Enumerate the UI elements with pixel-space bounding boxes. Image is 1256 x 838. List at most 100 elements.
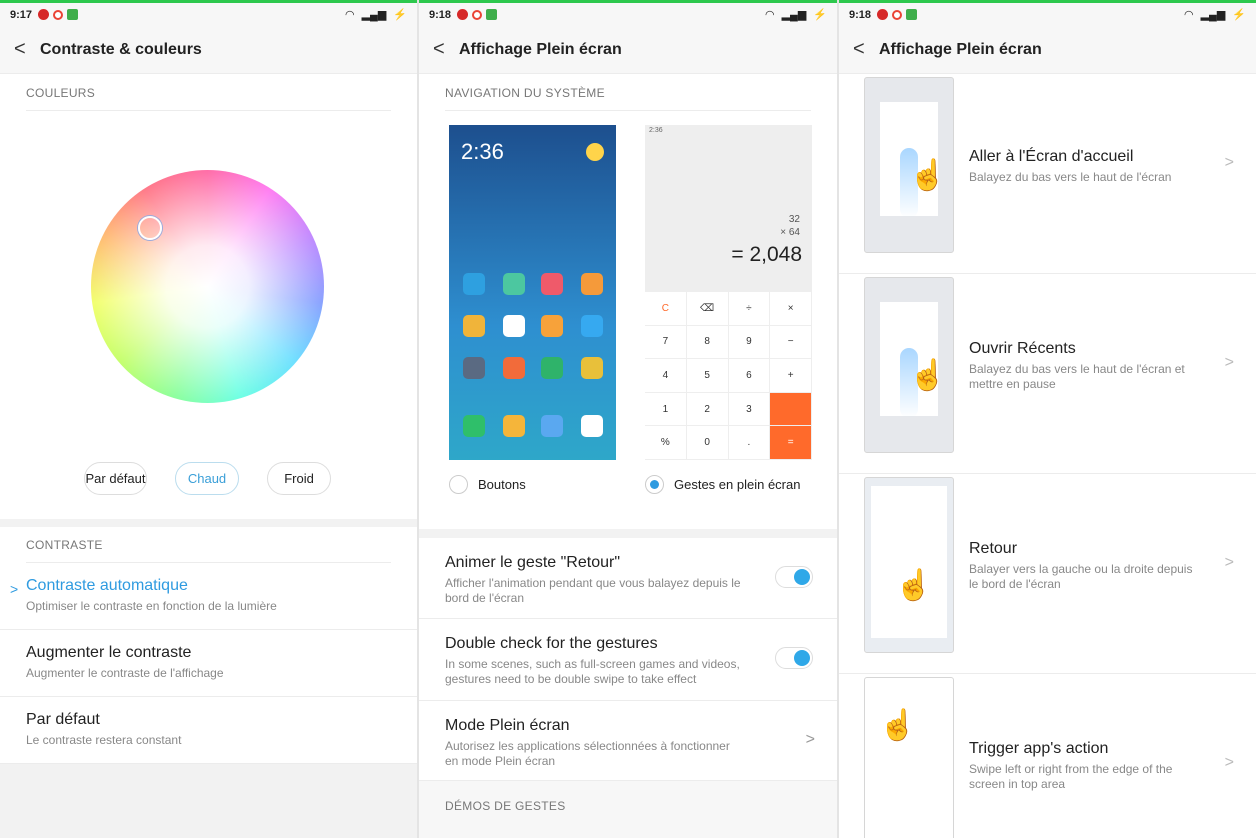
increase-contrast-row[interactable]: Augmenter le contraste Augmenter le cont…	[0, 630, 417, 697]
row-title: Mode Plein écran	[445, 717, 570, 734]
weather-app-icon	[463, 273, 485, 295]
bottom-fill	[0, 764, 417, 838]
chevron-right-icon: >	[805, 731, 815, 748]
calc-key: .	[728, 426, 771, 460]
expr-line-2: × 64	[780, 227, 800, 238]
row-title: Contraste automatique	[26, 577, 188, 594]
default-contrast-row[interactable]: Par défaut Le contraste restera constant	[0, 697, 417, 764]
section-gap	[0, 519, 417, 527]
buttons-radio[interactable]: Boutons	[449, 475, 526, 494]
chevron-right-icon: >	[1224, 554, 1234, 571]
chevron-right-icon: >	[1224, 754, 1234, 771]
mi-store-icon	[503, 357, 525, 379]
double-check-gestures-row[interactable]: Double check for the gestures In some sc…	[419, 619, 837, 701]
battery-icon: ⚡	[813, 9, 827, 21]
gesture-text: Ouvrir Récents Balayez du bas vers le ha…	[969, 340, 1204, 392]
status-bar: 9:18 ◠ ▂▄▆ ⚡	[839, 0, 1256, 26]
row-title: Animer le geste "Retour"	[445, 554, 620, 571]
divider	[445, 110, 811, 111]
gestures-radio[interactable]: Gestes en plein écran	[645, 475, 800, 494]
files-app-icon	[581, 315, 603, 337]
radio-circle-selected[interactable]	[645, 475, 664, 494]
page-title: Affichage Plein écran	[879, 40, 1042, 58]
calc-key: +	[770, 359, 812, 393]
battery-icon: ⚡	[393, 9, 407, 21]
color-wheel[interactable]	[91, 170, 324, 403]
cold-button[interactable]: Froid	[267, 462, 331, 495]
signal-icon: ▂▄▆	[781, 9, 807, 21]
calc-key: 8	[686, 325, 729, 360]
music-app-icon	[541, 273, 563, 295]
calc-key: 7	[645, 325, 687, 360]
notification-icon	[457, 9, 469, 20]
expr-line-1: 32	[788, 214, 800, 225]
calc-key: 5	[686, 359, 729, 393]
gesture-text: Retour Balayer vers la gauche ou la droi…	[969, 540, 1204, 592]
battery-icon: ⚡	[1232, 9, 1246, 21]
auto-contrast-row[interactable]: > Contraste automatique Optimiser le con…	[0, 563, 417, 630]
row-title: Augmenter le contraste	[26, 644, 192, 661]
gesture-title: Aller à l'Écran d'accueil	[969, 148, 1134, 165]
notes-app-icon	[541, 315, 563, 337]
demo-section: DÉMOS DE GESTES	[419, 781, 837, 838]
row-subtitle: Optimiser le contraste en fonction de la…	[26, 599, 277, 613]
gesture-recents-row[interactable]: ☝ Ouvrir Récents Balayez du bas vers le …	[839, 274, 1256, 474]
wifi-icon: ◠	[344, 9, 355, 21]
gesture-title: Trigger app's action	[969, 740, 1109, 757]
color-wheel-knob[interactable]	[138, 216, 162, 240]
back-icon[interactable]: <	[433, 38, 459, 61]
back-icon[interactable]: <	[853, 38, 879, 61]
calc-key: %	[645, 426, 687, 460]
status-time: 9:18	[429, 8, 452, 21]
signal-icon: ▂▄▆	[1200, 9, 1226, 21]
weather-icon	[586, 143, 604, 161]
animate-back-gesture-row[interactable]: Animer le geste "Retour" Afficher l'anim…	[419, 538, 837, 619]
fullscreen-mode-row[interactable]: Mode Plein écran Autorisez les applicati…	[419, 701, 837, 781]
gesture-title: Retour	[969, 540, 1018, 557]
calc-key: 4	[645, 359, 687, 393]
preview-clock: 2:36	[461, 139, 504, 164]
calc-key: −	[770, 325, 812, 360]
camera-app-icon	[581, 415, 603, 437]
status-bar: 9:17 ◠ ▂▄▆ ⚡	[0, 0, 417, 26]
gesture-subtitle: Balayez du bas vers le haut de l'écran	[969, 170, 1172, 184]
page-title: Contraste & couleurs	[40, 40, 202, 58]
contrast-section-label: CONTRASTE	[26, 538, 103, 552]
chevron-right-icon: >	[1224, 354, 1234, 371]
gestures-preview-image[interactable]: 2:36 32 × 64 = 2,048 C ⌫ ÷ × 7 8 9 − 4 5…	[645, 125, 812, 460]
animate-back-toggle[interactable]	[775, 566, 813, 588]
security-app-icon	[541, 357, 563, 379]
row-subtitle: Augmenter le contraste de l'affichage	[26, 666, 224, 680]
calc-key: 2	[686, 392, 729, 427]
row-title: Par défaut	[26, 711, 100, 728]
calc-key: 6	[728, 359, 771, 393]
calc-key-orange	[770, 392, 812, 427]
row-title: Double check for the gestures	[445, 635, 658, 652]
gallery-app-icon	[503, 273, 525, 295]
gesture-back-row[interactable]: ☝ Retour Balayer vers la gauche ou la dr…	[839, 474, 1256, 674]
calc-key: 0	[686, 426, 729, 460]
google-icon	[892, 9, 903, 20]
tools-folder-icon	[581, 357, 603, 379]
back-icon[interactable]: <	[14, 38, 40, 61]
radio-circle[interactable]	[449, 475, 468, 494]
gesture-home-row[interactable]: ☝ Aller à l'Écran d'accueil Balayez du b…	[839, 74, 1256, 274]
calc-key: 3	[728, 392, 771, 427]
header: < Affichage Plein écran	[839, 26, 1256, 74]
themes-app-icon	[581, 273, 603, 295]
default-button[interactable]: Par défaut	[84, 462, 147, 495]
row-subtitle: In some scenes, such as full-screen game…	[445, 657, 740, 686]
contrast-colors-screen: 9:17 ◠ ▂▄▆ ⚡ < Contraste & couleurs COULEU…	[0, 0, 417, 838]
google-icon	[472, 9, 483, 20]
hand-icon: ☝	[879, 709, 917, 742]
screen-mock	[871, 486, 947, 638]
play-store-icon	[503, 315, 525, 337]
gesture-app-action-row[interactable]: ☝ Trigger app's action Swipe left or rig…	[839, 674, 1256, 838]
settings-app-icon	[463, 357, 485, 379]
double-check-toggle[interactable]	[775, 647, 813, 669]
calc-key: 9	[728, 325, 771, 360]
warm-button[interactable]: Chaud	[175, 462, 239, 495]
buttons-preview-image[interactable]: 2:36	[449, 125, 616, 460]
star-app-icon	[463, 315, 485, 337]
google-icon	[53, 9, 64, 20]
